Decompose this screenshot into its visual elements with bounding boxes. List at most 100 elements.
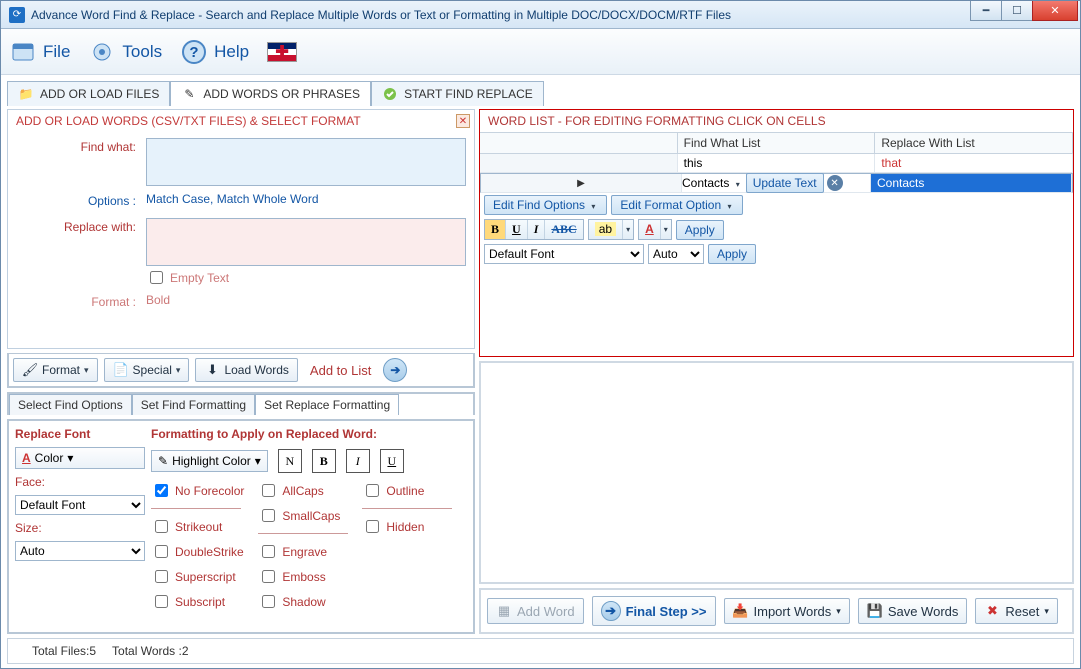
wordlist-title: WORD LIST - FOR EDITING FORMATTING CLICK… (480, 110, 1073, 132)
highlight-picker[interactable]: ab (589, 220, 623, 239)
size-select[interactable]: Auto (15, 541, 145, 561)
caret-icon: ▾ (67, 451, 73, 465)
chk-noforecolor[interactable] (155, 484, 168, 497)
chk-emboss[interactable] (262, 570, 275, 583)
add-redirect-icon[interactable]: ➔ (383, 358, 407, 382)
subtab-replace-formatting[interactable]: Set Replace Formatting (255, 394, 399, 415)
bold-toggle[interactable]: B (485, 220, 506, 239)
language-flag[interactable] (267, 42, 297, 62)
file-icon (9, 38, 37, 66)
row-selector-active[interactable]: ▶ (481, 174, 682, 192)
chk-hidden[interactable] (366, 520, 379, 533)
panel-close-icon[interactable]: ✕ (456, 114, 470, 128)
color-a-icon: A (22, 451, 31, 465)
chk-outline[interactable] (366, 484, 379, 497)
highlight-caret[interactable]: ▾ (623, 225, 633, 234)
subtab-find-options[interactable]: Select Find Options (9, 394, 132, 415)
grid-row[interactable]: this that (480, 154, 1073, 173)
grid-row-selected[interactable]: ▶ Contacts ▾ Update Text ✕ Contacts (480, 173, 1073, 193)
reset-button[interactable]: ✖ Reset ▾ (975, 598, 1058, 624)
chk-doublestrike[interactable] (155, 545, 168, 558)
svg-text:?: ? (190, 44, 199, 61)
chk-shadow[interactable] (262, 595, 275, 608)
format-button[interactable]: 🖌 Format ▾ (13, 358, 98, 382)
app-window: ⟳ Advance Word Find & Replace - Search a… (0, 0, 1081, 669)
chk-superscript[interactable] (155, 570, 168, 583)
special-icon: 📄 (113, 362, 129, 378)
special-button[interactable]: 📄 Special ▾ (104, 358, 190, 382)
final-step-button[interactable]: ➔ Final Step >> (592, 596, 716, 626)
menu-file-label: File (43, 42, 70, 62)
minimize-button[interactable]: ━ (970, 1, 1002, 21)
chk-engrave[interactable] (262, 545, 275, 558)
tab-load-label: ADD OR LOAD FILES (40, 87, 159, 101)
formatting-title: Formatting to Apply on Replaced Word: (151, 427, 467, 441)
top-tabs: 📁 ADD OR LOAD FILES ✎ ADD WORDS OR PHRAS… (1, 81, 1080, 106)
apply-font-button[interactable]: Apply (708, 244, 756, 264)
chk-allcaps[interactable] (262, 484, 275, 497)
strike-toggle[interactable]: ABC (545, 220, 582, 239)
row-selector[interactable] (480, 154, 678, 172)
italic-toggle[interactable]: I (528, 220, 546, 239)
face-select[interactable]: Default Font (15, 495, 145, 515)
format-checkboxes: No Forecolor Strikeout DoubleStrike Supe… (151, 481, 467, 611)
menu-help-label: Help (214, 42, 249, 62)
highlight-color-button[interactable]: ✎ Highlight Color ▾ (151, 450, 268, 472)
close-button[interactable]: ✕ (1032, 1, 1078, 21)
menu-tools-label: Tools (122, 42, 162, 62)
clear-icon[interactable]: ✕ (827, 175, 843, 191)
underline-toggle[interactable]: U (506, 220, 528, 239)
find-combo[interactable]: Contacts ▾ (682, 176, 743, 190)
left-column: ADD OR LOAD WORDS (CSV/TXT FILES) & SELE… (7, 109, 475, 634)
pencil-icon: ✎ (181, 86, 197, 102)
edit-format-option-button[interactable]: Edit Format Option ▾ (611, 195, 743, 215)
color-button[interactable]: A Color ▾ (15, 447, 145, 469)
font-family-select[interactable]: Default Font (484, 244, 644, 264)
apply-style-button[interactable]: Apply (676, 220, 724, 240)
maximize-button[interactable]: ☐ (1001, 1, 1033, 21)
edit-find-options-button[interactable]: Edit Find Options ▾ (484, 195, 607, 215)
update-text-button[interactable]: Update Text (746, 173, 824, 193)
grid-corner (480, 133, 678, 153)
caret-icon: ▾ (1044, 606, 1049, 617)
size-label: Size: (15, 521, 145, 535)
fontcolor-caret[interactable]: ▾ (661, 225, 671, 234)
chk-strikeout[interactable] (155, 520, 168, 533)
caret-icon: ▾ (255, 454, 261, 468)
format-value: Bold (146, 293, 170, 307)
tab-start-replace[interactable]: START FIND REPLACE (371, 81, 544, 106)
cell-find[interactable]: this (678, 154, 876, 172)
menu-tools[interactable]: Tools (88, 38, 162, 66)
find-what-input[interactable] (146, 138, 466, 186)
import-words-button[interactable]: 📥 Import Words ▾ (724, 598, 850, 624)
caret-icon: ▾ (84, 365, 89, 376)
tab-start-label: START FIND REPLACE (404, 87, 533, 101)
save-words-button[interactable]: 💾 Save Words (858, 598, 968, 624)
chk-subscript[interactable] (155, 595, 168, 608)
load-words-label: Load Words (224, 363, 288, 377)
reset-label: Reset (1005, 604, 1039, 619)
chk-smallcaps[interactable] (262, 509, 275, 522)
fontcolor-picker[interactable]: A (639, 220, 661, 239)
add-words-title: ADD OR LOAD WORDS (CSV/TXT FILES) & SELE… (8, 110, 474, 132)
cell-replace[interactable]: that (875, 154, 1073, 172)
replace-with-input[interactable] (146, 218, 466, 266)
add-word-button[interactable]: ▦ Add Word (487, 598, 584, 624)
bold-button[interactable]: B (312, 449, 336, 473)
tab-add-load-files[interactable]: 📁 ADD OR LOAD FILES (7, 81, 170, 106)
load-words-button[interactable]: ⬇ Load Words (195, 358, 297, 382)
tab-add-words[interactable]: ✎ ADD WORDS OR PHRASES (170, 81, 371, 106)
menu-help[interactable]: ? Help (180, 38, 249, 66)
underline-button[interactable]: U (380, 449, 404, 473)
highlight-icon: ✎ (158, 454, 168, 468)
save-label: Save Words (888, 604, 959, 619)
italic-button[interactable]: I (346, 449, 370, 473)
cell-replace-selected[interactable]: Contacts (871, 174, 1072, 192)
menu-file[interactable]: File (9, 38, 70, 66)
subtab-find-formatting[interactable]: Set Find Formatting (132, 394, 255, 415)
font-size-select[interactable]: Auto (648, 244, 704, 264)
empty-text-checkbox[interactable] (150, 271, 163, 284)
add-to-list-button[interactable]: Add to List (304, 360, 377, 381)
normal-button[interactable]: N (278, 449, 302, 473)
wordlist-panel: WORD LIST - FOR EDITING FORMATTING CLICK… (479, 109, 1074, 357)
